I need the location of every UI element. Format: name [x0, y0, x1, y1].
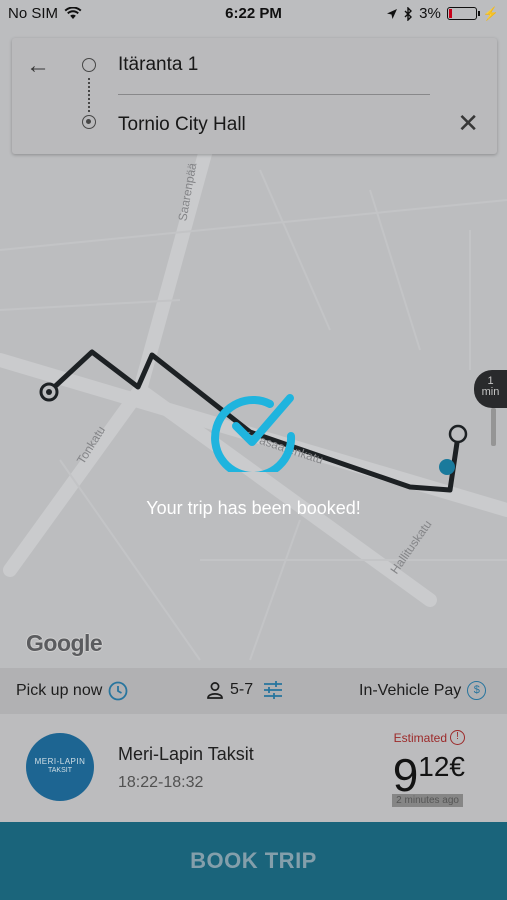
info-icon[interactable]: ! — [450, 730, 465, 745]
clear-destination-icon[interactable]: ✕ — [457, 108, 479, 139]
provider-logo: MERI-LAPIN TAKSIT — [26, 733, 94, 801]
location-arrow-icon — [387, 8, 398, 19]
route-connector — [88, 78, 90, 112]
battery-icon — [446, 7, 480, 20]
provider-name: Meri-Lapin Taksit — [118, 744, 254, 764]
fare-updated-note: 2 minutes ago — [392, 794, 463, 807]
route-end-marker — [448, 424, 468, 444]
destination-field[interactable]: Tornio City Hall — [118, 114, 246, 136]
book-trip-button[interactable]: BOOK TRIP — [0, 822, 507, 900]
pickup-time-option[interactable]: Pick up now — [16, 681, 128, 701]
eta-unit: min — [481, 386, 500, 398]
current-location-dot — [439, 459, 455, 475]
booking-confirmed-check-icon — [211, 394, 296, 472]
google-attribution[interactable]: Google — [26, 630, 103, 657]
battery-percent: 3% — [419, 5, 441, 22]
passengers-count: 5-7 — [230, 681, 254, 698]
filter-sliders-icon — [264, 681, 283, 699]
origin-field[interactable]: Itäranta 1 — [118, 54, 198, 76]
payment-label: In-Vehicle Pay — [359, 681, 462, 699]
bluetooth-icon — [404, 6, 413, 21]
fare-price-minor: 12€ — [418, 751, 465, 782]
back-arrow-icon[interactable]: ← — [26, 52, 50, 80]
provider-logo-text-2: TAKSIT — [48, 767, 72, 774]
booking-confirmed-message: Your trip has been booked! — [146, 498, 361, 518]
route-search-card: ← Itäranta 1 Tornio City Hall ✕ — [12, 38, 497, 154]
trip-options-bar: Pick up now 5-7 In-Vehicle Pay $ — [0, 668, 507, 714]
clock-icon — [108, 681, 128, 701]
field-divider — [118, 94, 430, 95]
status-bar: No SIM 6:22 PM 3% ⚡ — [0, 0, 507, 28]
origin-dot-icon — [82, 58, 96, 72]
charging-icon: ⚡ — [482, 5, 499, 21]
estimated-label: Estimated — [393, 731, 447, 745]
eta-marker: 1 min — [474, 370, 507, 408]
pickup-time-label: Pick up now — [16, 682, 103, 699]
provider-logo-text-1: MERI-LAPIN — [34, 757, 86, 766]
payment-option[interactable]: In-Vehicle Pay $ — [359, 681, 487, 700]
person-icon — [207, 682, 223, 699]
eta-marker-stick — [491, 408, 496, 446]
destination-dot-icon — [82, 115, 96, 129]
currency-icon: $ — [467, 681, 487, 700]
provider-time-window: 18:22-18:32 — [118, 774, 204, 791]
passengers-option[interactable]: 5-7 — [206, 681, 283, 699]
provider-row[interactable]: MERI-LAPIN TAKSIT Meri-Lapin Taksit 18:2… — [0, 714, 507, 822]
